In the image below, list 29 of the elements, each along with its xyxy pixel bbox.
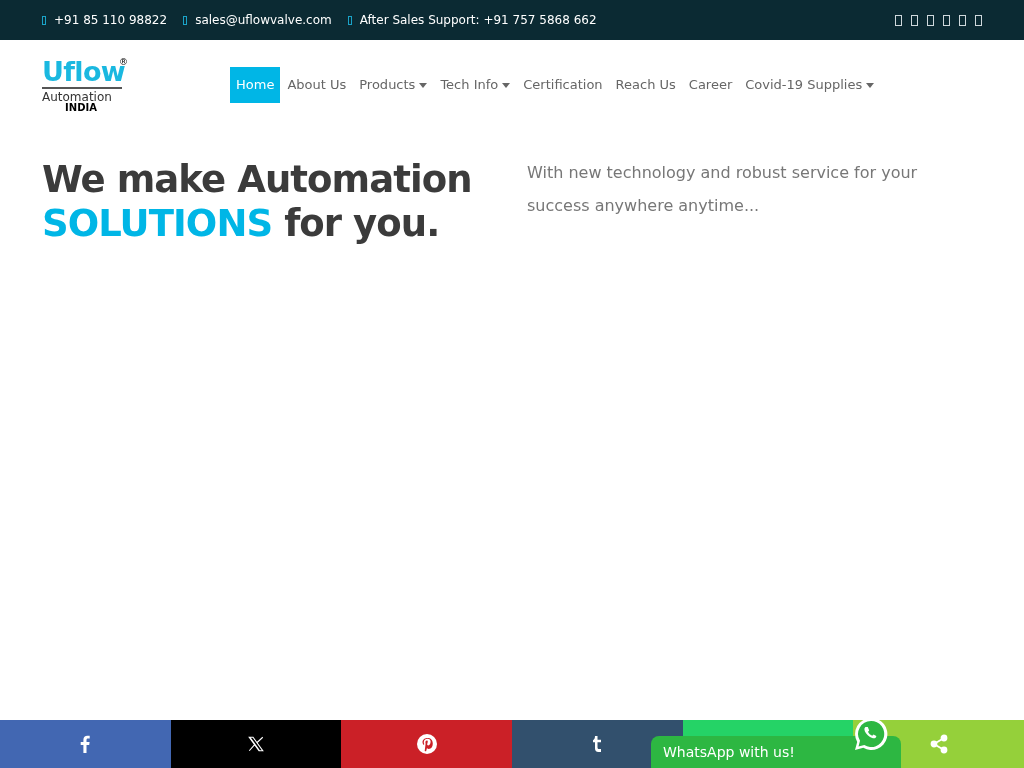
share-button[interactable] [170, 720, 342, 768]
pinterest-icon [415, 733, 438, 755]
share-button[interactable] [341, 720, 512, 768]
facebook-icon [80, 735, 91, 753]
glyph-icon [347, 15, 352, 25]
nav-link[interactable]: Certification [517, 67, 609, 103]
nav-link[interactable]: Tech Info [434, 67, 517, 103]
glyph-icon[interactable] [895, 14, 902, 26]
contact-text: +91 85 110 98822 [54, 12, 168, 29]
nav-link[interactable]: Reach Us [609, 67, 682, 103]
hero-tagline: With new technology and robust service for your success anywhere anytime... [527, 162, 919, 217]
glyph-icon[interactable] [975, 14, 982, 26]
hero-heading: We make Automation SOLUTIONS for you. [42, 158, 473, 246]
glyph-icon[interactable] [959, 14, 966, 26]
glyph-icon[interactable] [943, 14, 950, 26]
glyph-icon[interactable] [927, 14, 934, 26]
logo[interactable]: Uflow® Automation INDIA [42, 57, 128, 113]
contact-text: sales@uflowvalve.com [195, 12, 332, 29]
glyph-icon [183, 15, 188, 25]
contact-text: After Sales Support: +91 757 5868 662 [359, 12, 597, 29]
nav-link[interactable]: Covid-19 Supplies [739, 67, 881, 103]
glyph-icon[interactable] [911, 14, 918, 26]
x-logo-icon [247, 735, 265, 753]
nav-link[interactable]: Career [682, 67, 739, 103]
share-icon [928, 734, 949, 754]
glyph-icon [42, 15, 46, 25]
tumblr-icon [592, 736, 603, 752]
nav-link[interactable]: About Us [281, 67, 353, 103]
nav-link[interactable]: Products [353, 67, 434, 103]
